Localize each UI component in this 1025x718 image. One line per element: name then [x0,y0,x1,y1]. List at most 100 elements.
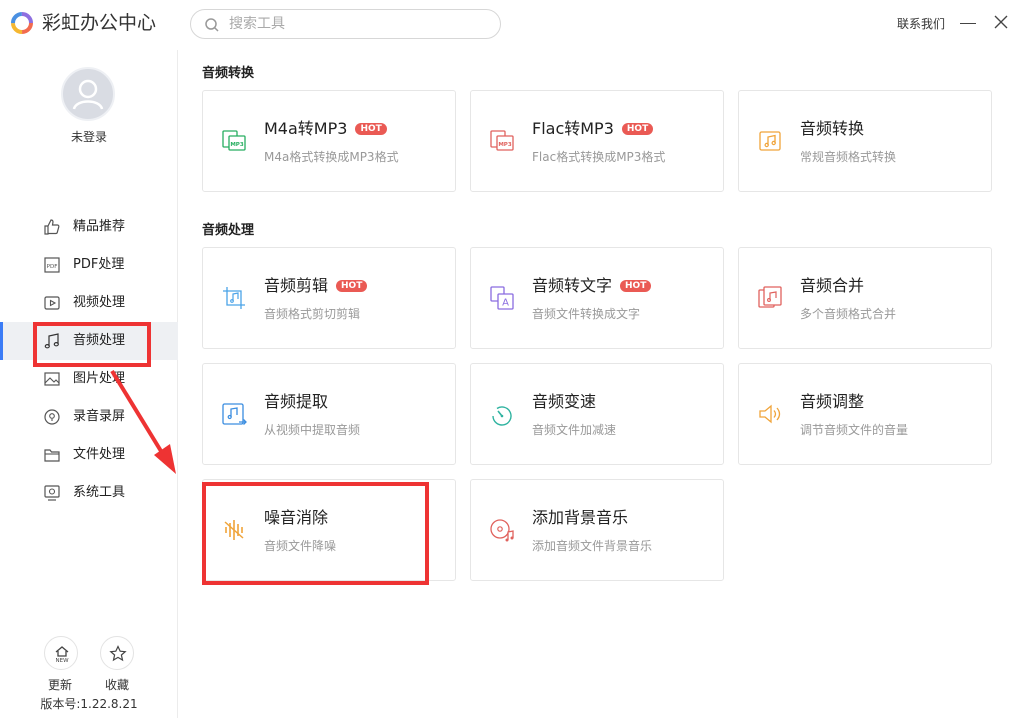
tool-card-audio-to-text[interactable]: A 音频转文字 HOT 音频文件转换成文字 [470,247,724,349]
tool-card-m4a-to-mp3[interactable]: MP3 M4a转MP3 HOT M4a格式转换成MP3格式 [202,90,456,192]
sidebar-item-label: PDF处理 [73,257,125,272]
login-status[interactable]: 未登录 [0,128,178,145]
tool-card-audio-crop[interactable]: 音频剪辑 HOT 音频格式剪切剪辑 [202,247,456,349]
card-desc: 多个音频格式合并 [800,307,897,321]
audio-extract-icon [222,403,247,425]
sidebar-item-label: 精品推荐 [73,219,126,234]
card-title: Flac转MP3 HOT [532,119,654,139]
audio-convert-icon [759,131,781,151]
sidebar-item-label: 系统工具 [73,485,126,500]
card-title-text: 音频提取 [264,392,329,411]
folder-icon [44,449,60,462]
card-desc: 常规音频格式转换 [800,150,897,164]
contact-us-link[interactable]: 联系我们 [897,15,945,33]
version-text: 版本号:1.22.8.21 [40,697,138,711]
card-desc: 音频文件转换成文字 [532,307,641,321]
card-title: 音频转文字 HOT [532,276,652,296]
card-title: M4a转MP3 HOT [264,119,387,139]
card-desc: 从视频中提取音频 [264,423,361,437]
card-title: 添加背景音乐 [532,508,628,528]
tool-card-audio-speed[interactable]: 音频变速 音频文件加减速 [470,363,724,465]
card-title-text: M4a转MP3 [264,119,348,138]
section-title-audio-convert: 音频转换 [202,66,255,81]
card-title: 音频剪辑 HOT [264,276,368,296]
card-desc: 调节音频文件的音量 [800,423,909,437]
sidebar-item-system-tools[interactable]: 系统工具 [0,474,178,512]
tool-card-background-music[interactable]: 添加背景音乐 添加音频文件背景音乐 [470,479,724,581]
sidebar-item-label: 录音录屏 [73,409,126,424]
section-title-audio-processing: 音频处理 [202,223,255,238]
sidebar-item-files[interactable]: 文件处理 [0,436,178,474]
highlight-box-audio-menu [33,322,151,367]
minimize-icon[interactable] [960,23,976,24]
video-play-icon [44,296,60,310]
tool-card-audio-adjust[interactable]: 音频调整 调节音频文件的音量 [738,363,992,465]
svg-text:MP3: MP3 [230,142,244,148]
hot-badge: HOT [620,280,652,292]
card-title: 音频转换 [800,119,864,139]
card-title-text: 音频转换 [800,119,865,138]
sidebar-item-label: 图片处理 [73,371,126,386]
volume-icon [759,404,781,424]
close-icon[interactable] [993,14,1009,30]
record-icon [44,409,60,425]
card-title: 音频变速 [532,392,596,412]
card-title-text: 音频转文字 [532,276,613,295]
system-tools-icon [44,485,60,501]
card-desc: 音频格式剪切剪辑 [264,307,361,321]
sidebar-item-record[interactable]: 录音录屏 [0,398,178,436]
background-music-icon [490,519,514,542]
thumbs-up-icon [44,219,60,235]
sidebar-item-label: 文件处理 [73,447,126,462]
tool-card-audio-merge[interactable]: 音频合并 多个音频格式合并 [738,247,992,349]
search-icon [205,18,219,32]
m4a-to-mp3-icon: MP3 [222,130,246,151]
card-title-text: 音频合并 [800,276,865,295]
title-bar: 彩虹办公中心 联系我们 [0,0,1025,50]
favorites-button[interactable] [100,636,134,670]
card-title-text: 音频调整 [800,392,865,411]
sidebar-item-pdf[interactable]: PDF PDF处理 [0,246,178,284]
tool-card-audio-convert[interactable]: 音频转换 常规音频格式转换 [738,90,992,192]
sidebar: 未登录 精品推荐 PDF PDF处理 视频处理 音频处理 图片处理 录音录屏 文… [0,50,178,718]
app-title: 彩虹办公中心 [42,12,157,34]
image-icon [44,372,60,386]
home-new-icon: NEW [55,646,69,664]
card-title-text: 添加背景音乐 [532,508,629,527]
sidebar-item-recommended[interactable]: 精品推荐 [0,208,178,246]
update-button[interactable]: NEW [44,636,78,670]
card-desc: Flac格式转换成MP3格式 [532,150,666,164]
sidebar-item-label: 视频处理 [73,295,126,310]
card-title: 音频合并 [800,276,864,296]
card-title: 音频调整 [800,392,864,412]
hot-badge: HOT [355,123,387,135]
speed-gauge-icon [492,406,512,426]
star-icon [109,645,127,662]
hot-badge: HOT [336,280,368,292]
card-desc: 添加音频文件背景音乐 [532,539,653,553]
highlight-box-noise-reduction [202,482,429,585]
update-label: 更新 [48,678,73,692]
search-input[interactable] [229,14,479,34]
pdf-icon: PDF [44,257,60,273]
card-title-text: 音频剪辑 [264,276,329,295]
tool-card-audio-extract[interactable]: 音频提取 从视频中提取音频 [202,363,456,465]
card-title: 音频提取 [264,392,328,412]
svg-text:MP3: MP3 [498,142,512,148]
favorites-label: 收藏 [105,678,130,692]
avatar[interactable] [61,67,115,121]
audio-to-text-icon: A [490,286,514,310]
card-title-text: Flac转MP3 [532,119,614,138]
sidebar-item-video[interactable]: 视频处理 [0,284,178,322]
hot-badge: HOT [621,123,654,135]
card-title-text: 音频变速 [532,392,597,411]
search-box[interactable] [190,9,501,39]
rainbow-logo-icon [11,12,33,34]
audio-crop-icon [223,287,245,309]
tool-card-flac-to-mp3[interactable]: MP3 Flac转MP3 HOT Flac格式转换成MP3格式 [470,90,724,192]
new-badge: NEW [55,658,69,664]
audio-merge-icon [758,286,782,308]
card-desc: M4a格式转换成MP3格式 [264,150,399,164]
svg-text:A: A [502,298,509,309]
flac-to-mp3-icon: MP3 [490,130,514,151]
